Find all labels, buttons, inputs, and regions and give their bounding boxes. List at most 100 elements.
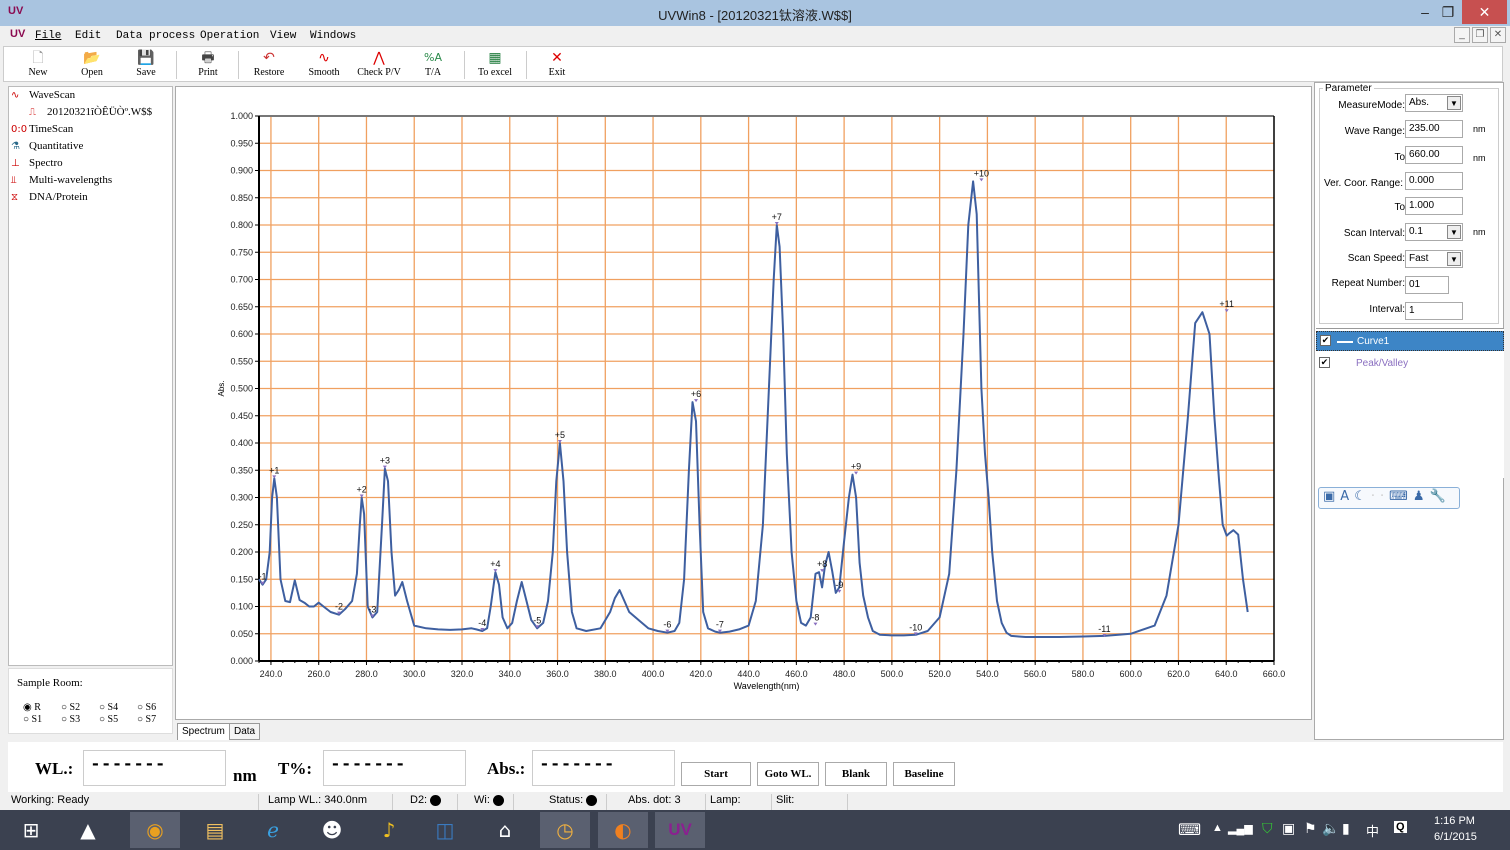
music-icon[interactable]: ♪ [364, 812, 414, 848]
dolby-icon[interactable]: ◫ [420, 812, 470, 848]
sample-radio-s2[interactable]: ○ S2 [61, 702, 80, 713]
print-button[interactable]: 🖶 Print [183, 49, 233, 82]
baseline-button[interactable]: Baseline [893, 762, 955, 786]
ta-button[interactable]: %A T/A [408, 49, 458, 82]
window-title: UVWin8 - [20120321钛溶液.W$$] [658, 8, 852, 23]
menu-data-process[interactable]: Data process [116, 30, 195, 42]
check-pv-button[interactable]: ⋀ Check P/V [354, 49, 404, 82]
tree-item-timescan[interactable]: 0:0 TimeScan [11, 123, 73, 140]
peak-valley-marker[interactable] [854, 471, 859, 475]
peak-valley-marker[interactable] [382, 465, 387, 469]
mdi-restore-button[interactable]: ❐ [1472, 27, 1488, 43]
sample-radio-s4[interactable]: ○ S4 [99, 702, 118, 713]
keyboard-icon[interactable]: ⌨ [1178, 820, 1201, 839]
outlook-icon[interactable]: ◷ [540, 812, 590, 848]
security-icon[interactable]: ⛉ [1262, 820, 1273, 837]
exit-button[interactable]: ✕ Exit [532, 49, 582, 82]
q-app-icon[interactable]: Q [1394, 821, 1407, 833]
blank-button[interactable]: Blank [825, 762, 887, 786]
battery-icon[interactable]: ▮ [1342, 820, 1350, 837]
peak-valley-marker[interactable] [979, 178, 984, 182]
tree-item-wavescan[interactable]: ∿ WaveScan [11, 89, 75, 106]
to-excel-button[interactable]: ▦ To excel [470, 49, 520, 82]
sample-radio-s6[interactable]: ○ S6 [137, 702, 156, 713]
text-icon[interactable]: A [1340, 489, 1354, 504]
peak-valley-checkbox[interactable]: ✔ [1319, 357, 1330, 368]
legend-item-peak-valley[interactable]: ✔ Peak/Valley [1316, 354, 1504, 374]
menu-operation[interactable]: Operation [200, 30, 259, 42]
menu-windows[interactable]: Windows [310, 30, 356, 42]
menu-view[interactable]: View [270, 30, 296, 42]
tree-item-spectrum-file[interactable]: ⎍ 20120321îÒÊÜÒº.W$$ [29, 106, 152, 123]
chevron-down-icon[interactable]: ▼ [1447, 96, 1461, 110]
tree-item-spectro[interactable]: ⊥ Spectro [11, 157, 63, 174]
dots-icon[interactable]: ·· [1371, 489, 1389, 504]
network-icon[interactable]: ▣ [1282, 820, 1295, 837]
tab-data[interactable]: Data [229, 723, 261, 740]
peak-valley-marker[interactable] [493, 569, 498, 573]
series-line-curve1[interactable] [258, 180, 1249, 638]
sample-radio-s1[interactable]: ○ S1 [23, 714, 42, 725]
uv-app-icon[interactable]: UV [655, 812, 705, 848]
home-icon[interactable]: ⌂ [480, 812, 530, 848]
wrench-icon[interactable]: 🔧 [1430, 489, 1451, 504]
peak-valley-marker[interactable] [694, 399, 699, 403]
menu-file[interactable]: File [35, 30, 61, 42]
chevron-down-icon[interactable]: ▼ [1447, 252, 1461, 266]
mdi-doc-icon[interactable]: UV [10, 28, 25, 40]
clock-date[interactable]: 6/1/2015 [1434, 831, 1477, 843]
scan-speed-select[interactable]: Fast ▼ [1405, 250, 1463, 268]
sample-radio-s3[interactable]: ○ S3 [61, 714, 80, 725]
new-button[interactable]: 🗋 New [13, 49, 63, 82]
volume-icon[interactable]: 🔈 [1322, 820, 1339, 837]
ie-icon[interactable]: ℯ [248, 812, 298, 848]
sample-radio-s5[interactable]: ○ S5 [99, 714, 118, 725]
save-button[interactable]: 💾 Save [121, 49, 171, 82]
app-icon[interactable]: ▲ [63, 812, 113, 848]
ime-indicator[interactable]: 中 [1366, 821, 1379, 840]
measure-mode-select[interactable]: Abs. ▼ [1405, 94, 1463, 112]
peak-valley-marker[interactable] [1224, 309, 1229, 313]
start-button[interactable]: Start [681, 762, 751, 786]
goto-wl-button[interactable]: Goto WL. [757, 762, 819, 786]
mdi-close-button[interactable]: ✕ [1490, 27, 1506, 43]
person-icon[interactable]: ♟ [1413, 489, 1430, 504]
spectrum-chart[interactable]: 0.000 0.050 0.100 0.150 0.200 0.250 0.300 0.350… [176, 87, 1313, 721]
moon-icon[interactable]: ☾ [1354, 489, 1371, 504]
wave-range-to-input[interactable]: 660.00 [1405, 146, 1463, 164]
tree-item-quantitative[interactable]: ⚗ Quantitative [11, 140, 83, 157]
scan-interval-select[interactable]: 0.1 ▼ [1405, 223, 1463, 241]
chevron-down-icon[interactable]: ▼ [1447, 225, 1461, 239]
tray-expand-icon[interactable]: ▲ [1212, 822, 1223, 834]
repeat-number-input[interactable]: 01 [1405, 276, 1449, 294]
media-icon[interactable]: ◐ [598, 812, 648, 848]
ver-coor-to-input[interactable]: 1.000 [1405, 197, 1463, 215]
frame-icon[interactable]: ▣ [1323, 489, 1340, 504]
flag-icon[interactable]: ⚑ [1304, 820, 1317, 837]
chrome-icon[interactable]: ◉ [130, 812, 180, 848]
smooth-button[interactable]: ∿ Smooth [299, 49, 349, 82]
signal-icon[interactable]: ▂▄▆ [1228, 822, 1253, 835]
tab-spectrum[interactable]: Spectrum [177, 723, 230, 740]
window-close-button[interactable]: ✕ [1462, 0, 1507, 24]
mdi-minimize-button[interactable]: _ [1454, 27, 1470, 43]
start-icon[interactable]: ⊞ [6, 812, 56, 848]
keyboard-icon[interactable]: ⌨ [1389, 489, 1413, 504]
restore-button[interactable]: ↶ Restore [244, 49, 294, 82]
sample-radio-s7[interactable]: ○ S7 [137, 714, 156, 725]
menu-edit[interactable]: Edit [75, 30, 101, 42]
interval-input[interactable]: 1 [1405, 302, 1463, 320]
sample-radio-r[interactable]: ◉ R [23, 702, 41, 713]
legend-item-curve1[interactable]: ✔ Curve1 [1316, 331, 1504, 351]
tree-item-multi-wavelengths[interactable]: ⫫ Multi-wavelengths [11, 174, 112, 191]
clock-time[interactable]: 1:16 PM [1434, 815, 1475, 827]
file-explorer-icon[interactable]: ▤ [190, 812, 240, 848]
wave-range-from-input[interactable]: 235.00 [1405, 120, 1463, 138]
peak-valley-marker[interactable] [813, 622, 818, 626]
ver-coor-from-input[interactable]: 0.000 [1405, 172, 1463, 190]
qq-icon[interactable]: ☻ [307, 812, 357, 848]
curve1-checkbox[interactable]: ✔ [1320, 335, 1331, 346]
peak-valley-marker[interactable] [272, 475, 277, 479]
tree-item-dna-protein[interactable]: ⧖ DNA/Protein [11, 191, 88, 208]
open-button[interactable]: 📂 Open [67, 49, 117, 82]
